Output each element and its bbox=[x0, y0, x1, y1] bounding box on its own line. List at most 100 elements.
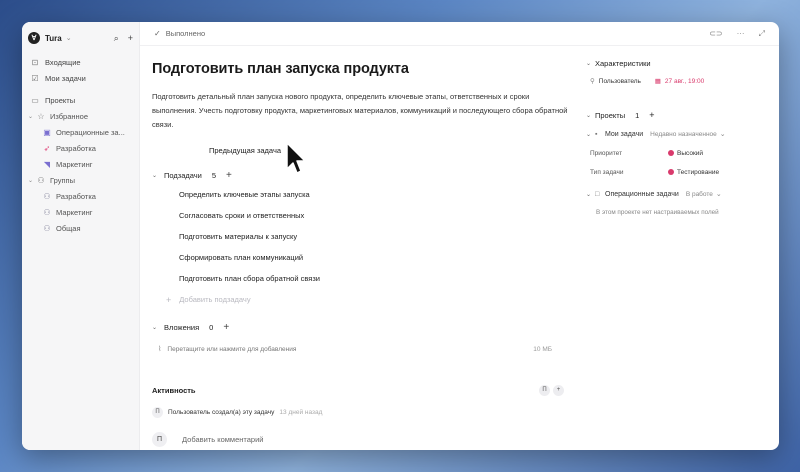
subtask-item[interactable]: Подготовить материалы к запуску bbox=[152, 226, 576, 247]
chevron-down-icon: ⌄ bbox=[28, 177, 34, 184]
app-window: Ɐ Tura ⌄ ⌕ + ⊡ Входящие ☑ Мои задачи ▭ П… bbox=[22, 22, 779, 450]
search-icon[interactable]: ⌕ bbox=[114, 33, 119, 44]
avatar: П bbox=[152, 431, 167, 447]
avatar: П bbox=[152, 406, 163, 418]
project-status[interactable]: Недавно назначенное bbox=[650, 131, 717, 138]
workspace-name: Tura bbox=[45, 33, 62, 43]
stack-icon: ▣ bbox=[43, 127, 51, 137]
sidebar-item-group-dev[interactable]: ⚇ Разработка bbox=[28, 188, 133, 204]
previous-task-tooltip: Предыдущая задача bbox=[209, 146, 282, 155]
paperclip-icon: ⌇ bbox=[158, 346, 162, 353]
subtasks-header[interactable]: ⌄ Подзадачи 5 + bbox=[152, 166, 576, 184]
sidebar-item-my-tasks[interactable]: ☑ Мои задачи bbox=[28, 70, 133, 86]
project-icon: □ bbox=[595, 190, 600, 198]
activity-label: Активность bbox=[152, 385, 196, 395]
chevron-down-icon: ⌄ bbox=[586, 191, 592, 198]
details-panel: ⌄ Характеристики ⚲ Пользователь ▦ 27 авг… bbox=[586, 46, 761, 219]
add-attachment-icon[interactable]: + bbox=[223, 322, 229, 333]
chevron-down-icon: ⌄ bbox=[65, 35, 72, 42]
sidebar-item-group-general[interactable]: ⚇ Общая bbox=[28, 220, 133, 236]
workspace-switcher[interactable]: Ɐ Tura ⌄ ⌕ + bbox=[28, 28, 133, 48]
sidebar-item-projects[interactable]: ▭ Проекты bbox=[28, 92, 133, 108]
chevron-down-icon: ⌄ bbox=[586, 60, 592, 67]
comment-placeholder: Добавить комментарий bbox=[182, 434, 264, 444]
calendar-icon: ▦ bbox=[654, 78, 661, 85]
projects-label: Проекты bbox=[595, 110, 626, 120]
projects-header[interactable]: ⌄ Проекты 1 + bbox=[586, 108, 761, 122]
folder-icon: ▭ bbox=[31, 95, 39, 105]
projects-count: 1 bbox=[635, 110, 640, 120]
sidebar-item-label: Проекты bbox=[45, 95, 76, 105]
assignee-name[interactable]: Пользователь bbox=[599, 78, 647, 85]
sidebar-item-label: Разработка bbox=[56, 191, 96, 201]
chevron-down-icon: ⌄ bbox=[715, 191, 722, 198]
due-date[interactable]: 27 авг., 19:00 bbox=[665, 78, 704, 85]
sidebar-item-label: Маркетинг bbox=[56, 159, 93, 169]
subtask-item[interactable]: Согласовать сроки и ответственных bbox=[152, 205, 576, 226]
sidebar-item-marketing[interactable]: ◥ Маркетинг bbox=[28, 156, 133, 172]
status-badge[interactable]: Выполнено bbox=[166, 29, 205, 38]
activity-add-button[interactable]: + bbox=[553, 384, 564, 396]
subtask-item[interactable]: Сформировать план коммуникаций bbox=[152, 247, 576, 268]
sidebar-item-ops[interactable]: ▣ Операционные за... bbox=[28, 124, 133, 140]
activity-header: Активность П + bbox=[152, 383, 564, 397]
add-icon[interactable]: + bbox=[128, 33, 133, 44]
inbox-icon: ⊡ bbox=[31, 57, 39, 67]
subtask-item[interactable]: Определить ключевые этапы запуска bbox=[152, 184, 576, 205]
link-icon[interactable]: ⊂⊃ bbox=[709, 29, 722, 39]
project-note: В этом проекте нет настраиваемых полей bbox=[596, 208, 719, 216]
project-my-tasks[interactable]: ⌄ ▪ Мои задачи Недавно назначенное ⌄ bbox=[586, 127, 761, 141]
rocket-icon: ➶ bbox=[43, 143, 51, 153]
project-ops[interactable]: ⌄ □ Операционные задачи В работе ⌄ bbox=[586, 187, 761, 201]
sidebar-item-inbox[interactable]: ⊡ Входящие bbox=[28, 54, 133, 70]
group-icon: ⚇ bbox=[43, 207, 51, 217]
activity-user-button[interactable]: П bbox=[539, 384, 550, 396]
more-icon[interactable]: ··· bbox=[737, 29, 745, 39]
type-value[interactable]: Тестирование bbox=[677, 169, 719, 176]
chevron-down-icon: ⌄ bbox=[586, 131, 592, 138]
tasks-icon: ☑ bbox=[31, 73, 39, 83]
priority-dot bbox=[668, 150, 674, 156]
activity-entry: П Пользователь создал(а) эту задачу 13 д… bbox=[152, 405, 576, 419]
sidebar-item-group-marketing[interactable]: ⚇ Маркетинг bbox=[28, 204, 133, 220]
comment-input[interactable]: П Добавить комментарий bbox=[152, 431, 576, 447]
attachment-dropzone[interactable]: ⌇ Перетащите или нажмите для добавления … bbox=[152, 340, 552, 358]
activity-text: Пользователь создал(а) эту задачу bbox=[168, 408, 275, 416]
group-icon: ⚇ bbox=[43, 191, 51, 201]
project-status[interactable]: В работе bbox=[686, 191, 713, 198]
type-label: Тип задачи bbox=[590, 168, 624, 176]
add-subtask-icon[interactable]: + bbox=[226, 170, 232, 181]
workspace-logo: Ɐ bbox=[28, 32, 40, 44]
sidebar: Ɐ Tura ⌄ ⌕ + ⊡ Входящие ☑ Мои задачи ▭ П… bbox=[22, 22, 140, 450]
subtask-item[interactable]: Подготовить план сбора обратной связи bbox=[152, 268, 576, 289]
sidebar-item-label: Операционные за... bbox=[56, 127, 125, 137]
task-content: Подготовить план запуска продукта Подгот… bbox=[140, 46, 576, 447]
expand-icon[interactable]: ⤢ bbox=[759, 29, 765, 39]
attachments-count: 0 bbox=[209, 322, 214, 332]
priority-row: Приоритет Высокий bbox=[586, 146, 761, 160]
sidebar-section-favorites[interactable]: ⌄ ☆ Избранное bbox=[28, 108, 133, 124]
priority-value[interactable]: Высокий bbox=[677, 150, 703, 157]
user-icon: ⚲ bbox=[590, 78, 595, 85]
task-title[interactable]: Подготовить план запуска продукта bbox=[152, 61, 576, 77]
sidebar-section-groups[interactable]: ⌄ ⚇ Группы bbox=[28, 172, 133, 188]
chevron-down-icon: ⌄ bbox=[28, 113, 34, 120]
add-subtask-button[interactable]: + Добавить подзадачу bbox=[152, 289, 576, 310]
add-project-icon[interactable]: + bbox=[649, 110, 654, 120]
sidebar-item-dev[interactable]: ➶ Разработка bbox=[28, 140, 133, 156]
details-header[interactable]: ⌄ Характеристики bbox=[586, 56, 761, 70]
add-subtask-label: Добавить подзадачу bbox=[179, 295, 251, 304]
assignee-row: ⚲ Пользователь ▦ 27 авг., 19:00 bbox=[586, 74, 761, 88]
project-name: Операционные задачи bbox=[605, 190, 679, 198]
chevron-down-icon: ⌄ bbox=[719, 131, 726, 138]
details-label: Характеристики bbox=[595, 58, 651, 68]
chevron-down-icon: ⌄ bbox=[152, 172, 158, 179]
chevron-down-icon: ⌄ bbox=[586, 112, 592, 119]
task-description[interactable]: Подготовить детальный план запуска новог… bbox=[152, 90, 572, 132]
plus-icon: + bbox=[166, 294, 172, 305]
attachments-header[interactable]: ⌄ Вложения 0 + bbox=[152, 318, 576, 336]
group-icon: ⚇ bbox=[43, 223, 51, 233]
type-row: Тип задачи Тестирование bbox=[586, 165, 761, 179]
check-icon[interactable]: ✓ bbox=[154, 29, 161, 38]
group-icon: ⚇ bbox=[37, 175, 45, 185]
